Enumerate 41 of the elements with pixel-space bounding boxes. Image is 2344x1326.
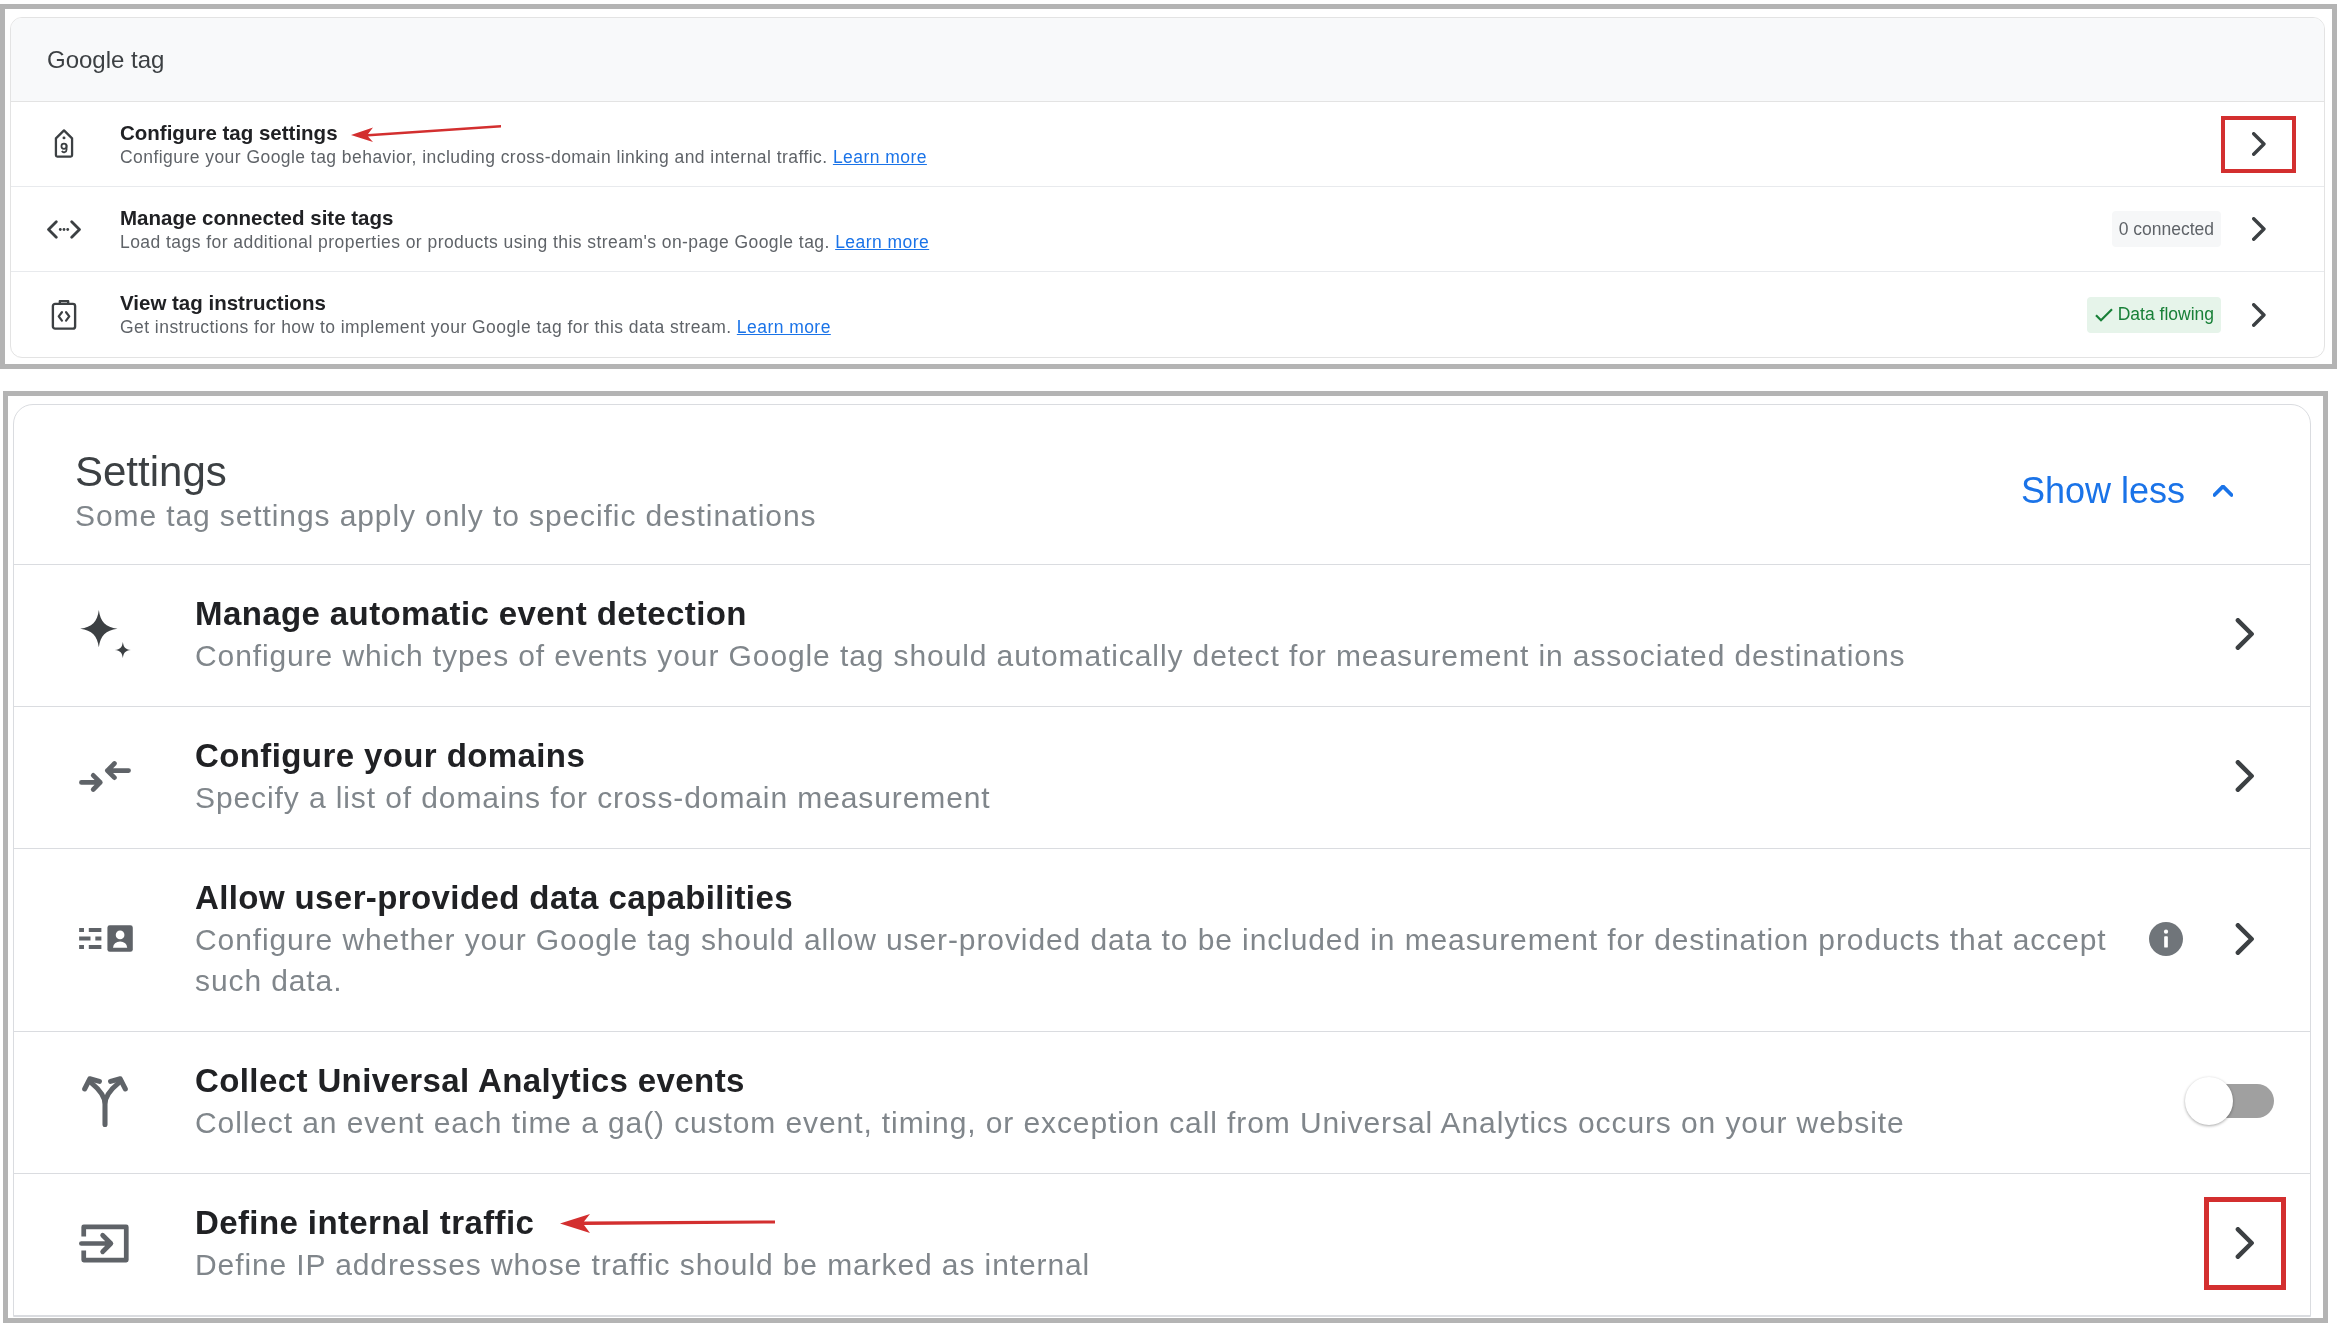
clipboard-code-icon [51, 299, 77, 330]
sparkle-icon [79, 610, 131, 658]
row-title: Collect Universal Analytics events [195, 1061, 745, 1101]
row-description: Get instructions for how to implement your Google tag for this data stream. Learn more [120, 316, 832, 339]
chevron-right-icon [2235, 618, 2255, 650]
chevron-right-icon [2235, 760, 2255, 792]
check-icon [2094, 307, 2113, 322]
card-title: Google tag [47, 45, 165, 74]
row-description: Load tags for additional properties or products using this stream's on-page Google tag. Learn more [120, 230, 931, 254]
toggle-switch[interactable] [2184, 1076, 2274, 1126]
row-title: Manage automatic event detection [195, 594, 747, 634]
row-title: Configure your domains [195, 736, 586, 776]
show-less-button[interactable]: Show less [2020, 469, 2233, 512]
row-title: View tag instructions [120, 290, 326, 316]
converging-arrows-icon [79, 759, 131, 793]
row-description: Configure your Google tag behavior, including cross-domain linking and internal traffic. Learn more [120, 145, 928, 169]
chevron-right-icon [2251, 302, 2266, 327]
row-description: Configure whether your Google tag should allow user-provided data to be included in measurement for destination products that accept such data. [195, 922, 2108, 999]
chevron-right-icon [2235, 922, 2255, 955]
code-dots-icon [47, 219, 81, 239]
learn-more-link[interactable]: Learn more [832, 146, 927, 167]
row-title: Manage connected site tags [120, 204, 394, 231]
row-title: Allow user-provided data capabilities [195, 878, 793, 918]
section-subtitle: Some tag settings apply only to specific destinations [75, 497, 817, 534]
chevron-right-icon [2251, 217, 2266, 241]
row-description: Define IP addresses whose traffic should be marked as internal [195, 1247, 1092, 1283]
learn-more-link[interactable]: Learn more [835, 231, 930, 252]
row-title: Configure tag settings [120, 119, 338, 146]
fork-arrows-icon [82, 1075, 128, 1127]
row-description: Specify a list of domains for cross-domain measurement [195, 780, 992, 816]
learn-more-link[interactable]: Learn more [736, 317, 831, 337]
list-card-icon [77, 924, 133, 953]
row-description: Collect an event each time a ga() custom event, timing, or exception call from Universal Analytics occurs on your website [195, 1105, 1906, 1141]
status-text: Data flowing [2117, 304, 2214, 325]
chevron-right-icon [2251, 132, 2266, 156]
section-title: Settings [75, 446, 228, 497]
row-description: Configure which types of events your Google tag should automatically detect for measurement in associated destinations [195, 638, 1907, 674]
chevron-right-icon [2235, 1227, 2255, 1259]
row-title: Define internal traffic [195, 1203, 535, 1243]
count-badge: 0 connected [2111, 211, 2221, 247]
tag-icon [52, 129, 76, 159]
